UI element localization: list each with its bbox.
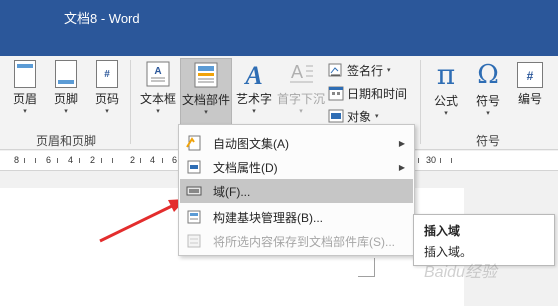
object-label: 对象 xyxy=(347,109,372,124)
group-label-header-footer: 页眉和页脚 xyxy=(36,134,97,148)
wordart-button[interactable]: A 艺术字 ▾ xyxy=(234,60,274,116)
ruler-number: 6 xyxy=(46,155,52,165)
number-button[interactable]: # 编号 xyxy=(512,60,548,107)
building-blocks-icon xyxy=(186,209,202,225)
menu-item-label: 构建基块管理器(B)... xyxy=(213,210,323,225)
watermark: Baidu经验 xyxy=(424,264,497,281)
group-divider xyxy=(130,60,131,144)
menu-item-document-property[interactable]: 文档属性(D) ▶ xyxy=(180,155,413,179)
signature-line-label: 签名行 xyxy=(347,63,384,78)
dropcap-icon: A xyxy=(290,62,313,83)
chevron-down-icon: ▾ xyxy=(156,108,160,115)
svg-text:A: A xyxy=(243,61,262,88)
calendar-icon xyxy=(328,85,344,101)
textbox-label: 文本框 xyxy=(139,92,176,106)
quick-parts-label: 文档部件 xyxy=(181,93,230,107)
page-number-button[interactable]: # 页码 ▾ xyxy=(90,60,124,116)
chevron-down-icon: ▾ xyxy=(375,113,379,120)
quick-parts-button[interactable]: 文档部件 ▾ xyxy=(180,58,232,128)
symbol-label: 符号 xyxy=(475,94,500,108)
ruler-number: 6 xyxy=(172,155,178,165)
tooltip-title: 插入域 xyxy=(424,224,461,238)
equation-label: 公式 xyxy=(433,94,458,108)
menu-item-autotext[interactable]: 自动图文集(A) ▶ xyxy=(180,131,413,155)
menu-item-field[interactable]: 域(F)... xyxy=(180,179,413,203)
object-button[interactable]: 对象 ▾ xyxy=(328,106,379,126)
ruler-number: 30 xyxy=(426,155,437,165)
group-divider xyxy=(420,60,421,144)
header-button[interactable]: 页眉 ▾ xyxy=(8,60,42,116)
chevron-down-icon: ▾ xyxy=(299,108,303,115)
omega-icon: Ω xyxy=(477,60,499,90)
textbox-button[interactable]: A 文本框 ▾ xyxy=(136,60,180,116)
title-bar: 文档8 - Word xyxy=(0,0,558,56)
chevron-down-icon: ▾ xyxy=(387,67,391,74)
chevron-down-icon: ▾ xyxy=(444,110,448,117)
save-selection-icon xyxy=(186,233,202,249)
header-label: 页眉 xyxy=(12,92,37,106)
chevron-right-icon: ▶ xyxy=(398,138,405,148)
chevron-down-icon: ▾ xyxy=(204,109,208,116)
group-label-symbols: 符号 xyxy=(476,134,501,148)
pi-icon: π xyxy=(436,58,456,91)
page-number-label: 页码 xyxy=(94,92,119,106)
chevron-down-icon: ▾ xyxy=(23,108,27,115)
date-time-label: 日期和时间 xyxy=(347,86,408,101)
menu-item-building-blocks[interactable]: 构建基块管理器(B)... xyxy=(180,205,413,229)
ruler-number: 4 xyxy=(68,155,74,165)
footer-button[interactable]: 页脚 ▾ xyxy=(49,60,83,116)
header-icon xyxy=(14,60,36,88)
menu-item-label: 自动图文集(A) xyxy=(213,136,289,151)
chevron-down-icon: ▾ xyxy=(486,110,490,117)
signature-line-button[interactable]: 签名行 ▾ xyxy=(328,60,391,80)
footer-icon xyxy=(55,60,77,88)
chevron-down-icon: ▾ xyxy=(105,108,109,115)
ruler-number: 8 xyxy=(14,155,20,165)
field-icon xyxy=(186,183,202,199)
dropcap-label: 首字下沉 xyxy=(276,92,325,106)
number-icon: # xyxy=(517,62,543,88)
date-time-button[interactable]: 日期和时间 xyxy=(328,83,407,103)
chevron-down-icon: ▾ xyxy=(64,108,68,115)
menu-item-label: 文档属性(D) xyxy=(213,160,278,175)
menu-item-label: 域(F)... xyxy=(213,184,251,199)
wordart-icon: A xyxy=(243,61,262,88)
svg-text:A: A xyxy=(291,62,303,82)
wordart-label: 艺术字 xyxy=(235,92,272,106)
footer-label: 页脚 xyxy=(53,92,78,106)
page-number-icon: # xyxy=(96,60,118,88)
chevron-down-icon: ▾ xyxy=(252,108,256,115)
textbox-icon: A xyxy=(146,61,170,87)
signature-line-icon xyxy=(328,62,344,78)
window-title: 文档8 - Word xyxy=(64,11,140,26)
ruler-number: 2 xyxy=(130,155,136,165)
autotext-icon xyxy=(186,135,202,151)
symbol-button[interactable]: Ω 符号 ▾ xyxy=(470,60,506,118)
dropcap-button[interactable]: A 首字下沉 ▾ xyxy=(276,60,326,116)
ruler-number: 2 xyxy=(90,155,96,165)
chevron-right-icon: ▶ xyxy=(398,162,405,172)
object-icon xyxy=(328,108,344,124)
svg-text:A: A xyxy=(154,66,161,77)
margin-marker xyxy=(358,276,375,277)
document-property-icon xyxy=(186,159,202,175)
quick-parts-icon xyxy=(194,62,218,88)
margin-marker xyxy=(374,258,375,276)
menu-item-save-selection[interactable]: 将所选内容保存到文档部件库(S)... xyxy=(180,229,413,253)
ruler-number: 4 xyxy=(150,155,156,165)
number-label: 编号 xyxy=(517,92,542,106)
equation-button[interactable]: π 公式 ▾ xyxy=(428,60,464,118)
menu-item-label: 将所选内容保存到文档部件库(S)... xyxy=(213,234,395,249)
quick-parts-menu: 自动图文集(A) ▶ 文档属性(D) ▶ 域(F)... 构建基块管理器(B).… xyxy=(178,124,415,256)
